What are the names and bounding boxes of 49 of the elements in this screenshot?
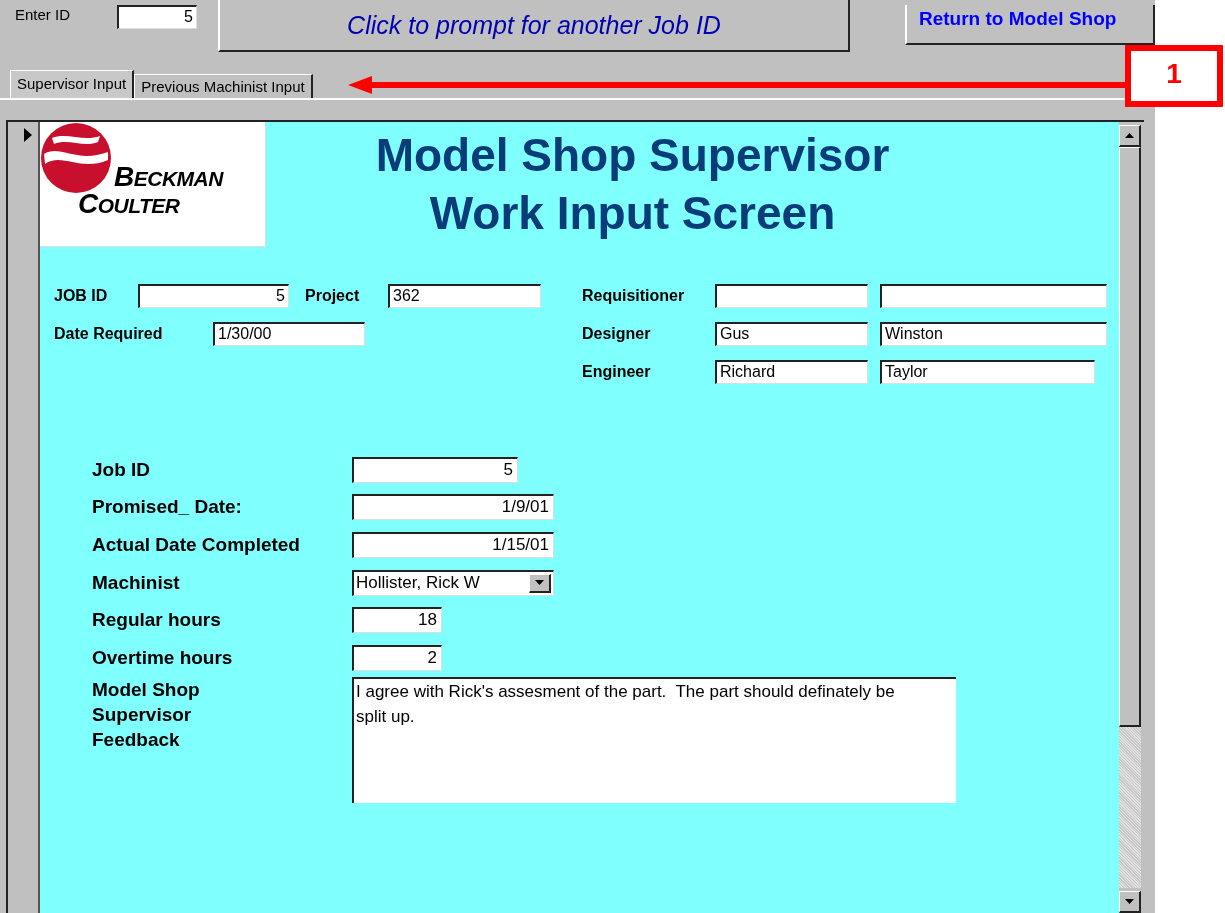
logo-text: COULTER	[78, 190, 181, 218]
record-pointer-icon	[24, 128, 32, 142]
field-label: Engineer	[582, 363, 652, 381]
date-required-field[interactable]: 1/30/00	[213, 322, 365, 346]
job-id-field[interactable]: 5	[138, 284, 289, 308]
first-name-field[interactable]: Richard	[715, 360, 868, 384]
scrollbar-thumb[interactable]	[1119, 147, 1141, 727]
input-field[interactable]: 1/15/01	[352, 532, 554, 558]
field-label: Designer	[582, 325, 652, 343]
tab[interactable]: Previous Machinist Input	[134, 74, 313, 98]
machinist-dropdown[interactable]: Hollister, Rick W	[352, 569, 554, 596]
input-field[interactable]: I agree with Rick's assesment of the part. The part should definately be split up.	[352, 676, 956, 803]
up-arrow-icon	[1125, 133, 1134, 138]
caret-icon	[535, 580, 544, 586]
callout-number: 1	[1125, 45, 1223, 107]
field-label: Actual Date Completed	[92, 534, 301, 556]
form-title: Model Shop Supervisor	[374, 128, 891, 183]
scroll-up-button[interactable]	[1119, 125, 1141, 147]
first-name-field[interactable]: Gus	[715, 322, 868, 346]
last-name-field[interactable]: Taylor	[880, 360, 1095, 384]
first-name-field[interactable]	[715, 284, 868, 308]
down-arrow-icon	[1125, 899, 1134, 904]
scroll-down-button[interactable]	[1119, 891, 1141, 913]
field-label: Machinist	[92, 571, 181, 594]
tab[interactable]: Supervisor Input	[10, 70, 135, 98]
return-button[interactable]: Return to Model Shop	[905, 5, 1155, 45]
field-label: Model Shop Supervisor Feedback	[92, 677, 201, 752]
input-field[interactable]: 2	[352, 644, 442, 671]
input-field[interactable]: 5	[352, 456, 518, 483]
dropdown-value: Hollister, Rick W	[356, 573, 480, 594]
dropdown-button[interactable]	[529, 573, 551, 593]
last-name-field[interactable]	[880, 284, 1107, 308]
input-field[interactable]: 1/9/01	[352, 494, 554, 521]
logo-text: BECKMAN	[114, 164, 223, 191]
enter-id-label: Enter ID	[15, 6, 72, 23]
last-name-field[interactable]: Winston	[880, 322, 1107, 346]
field-label: Promised_ Date:	[92, 496, 243, 519]
field-label: Overtime hours	[92, 646, 234, 669]
field-label: Job ID	[92, 458, 152, 481]
field-label: JOB ID	[54, 287, 109, 305]
enter-id-field[interactable]: 5	[117, 5, 197, 29]
project-field[interactable]: 362	[388, 284, 541, 308]
prompt-button[interactable]: Click to prompt for another Job ID	[218, 0, 850, 52]
field-label: Regular hours	[92, 609, 222, 632]
field-label: Requisitioner	[582, 287, 686, 305]
field-label: Date Required	[54, 325, 164, 343]
input-field[interactable]: 18	[352, 607, 442, 634]
form-title: Work Input Screen	[428, 186, 837, 241]
field-label: Project	[305, 287, 361, 305]
